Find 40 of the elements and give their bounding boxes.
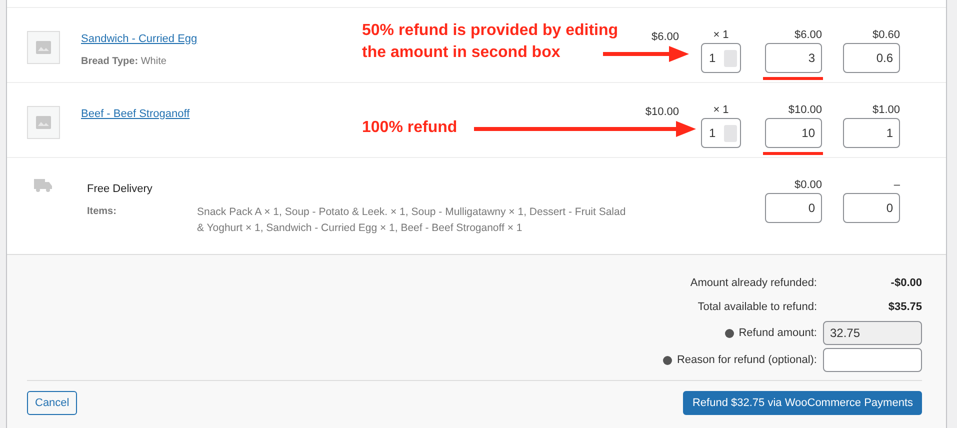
- total-value: -$0.00: [890, 276, 922, 292]
- shipping-total: $0.00: [793, 179, 822, 192]
- product-link[interactable]: Beef - Beef Stroganoff: [81, 108, 190, 120]
- shipping-tax: –: [892, 179, 900, 192]
- total-value: $35.75: [887, 300, 922, 316]
- items-label: Items:: [87, 204, 118, 218]
- help-icon[interactable]: [662, 356, 672, 364]
- item-cost: $6.00: [651, 31, 679, 43]
- truck-icon: [34, 179, 52, 192]
- line-total: $10.00: [787, 104, 822, 117]
- refund-reason-field[interactable]: [823, 348, 922, 372]
- annotation-text: 100% refund: [362, 118, 458, 138]
- refund-button[interactable]: Refund $32.75 via WooCommerce Payments: [683, 390, 922, 414]
- shipping-method: Free Delivery: [87, 182, 154, 197]
- quantity-field[interactable]: 1: [701, 118, 741, 148]
- product-link[interactable]: Sandwich - Curried Egg: [81, 33, 198, 45]
- image-placeholder-icon: [27, 31, 60, 64]
- total-label: Total available to refund:: [698, 300, 817, 316]
- refund-total-field[interactable]: 3: [765, 43, 822, 73]
- refund-total-field[interactable]: 0: [765, 193, 822, 223]
- refund-amount-field: 32.75: [823, 321, 922, 345]
- refund-tax-field[interactable]: 1: [843, 118, 900, 148]
- field-label: Reason for refund (optional):: [676, 352, 817, 368]
- line-tax: $1.00: [871, 104, 900, 117]
- annotation-text: 50% refund is provided by editing the amount in second box: [362, 21, 620, 63]
- image-placeholder-icon: [27, 106, 60, 139]
- quantity-field[interactable]: 1: [701, 43, 741, 73]
- field-label: Refund amount:: [738, 326, 817, 341]
- quantity-label: × 1: [712, 29, 730, 42]
- line-tax: $0.60: [871, 29, 900, 42]
- refund-total-field[interactable]: 10: [765, 118, 822, 148]
- product-meta: Bread Type: White: [81, 54, 168, 68]
- cancel-button[interactable]: Cancel: [27, 390, 78, 414]
- refund-tax-field[interactable]: 0: [843, 193, 900, 223]
- line-total: $6.00: [793, 29, 822, 42]
- item-cost: $10.00: [645, 106, 679, 118]
- quantity-label: × 1: [712, 104, 730, 117]
- shipping-items-text: Snack Pack A × 1, Soup - Potato & Leek. × 1, Soup - Mulligatawny × 1, Dessert - Fruit Salad & Yoghurt × 1, Sandwich - Curried Egg × 1, Beef - Beef Stroganoff × 1: [197, 204, 627, 236]
- total-label: Amount already refunded:: [690, 276, 817, 292]
- refund-tax-field[interactable]: 0.6: [843, 43, 900, 73]
